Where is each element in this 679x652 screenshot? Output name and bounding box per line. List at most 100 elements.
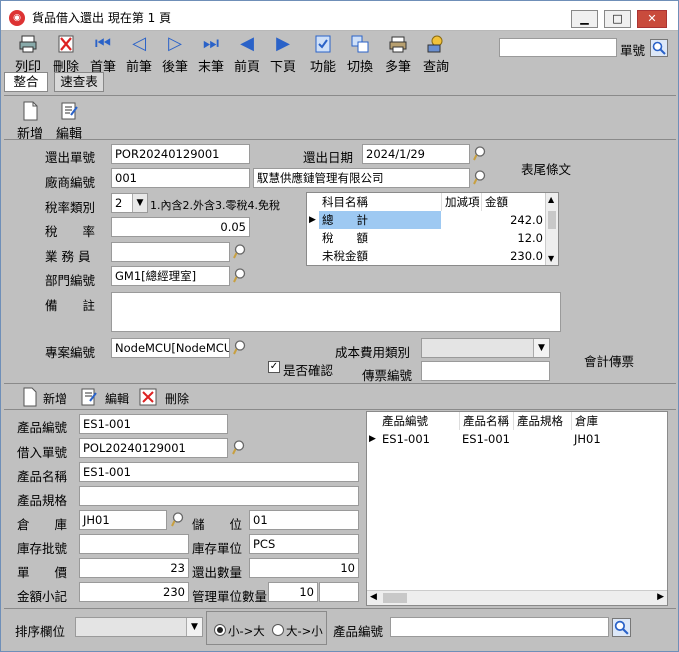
location-label: 儲 位 bbox=[192, 517, 243, 532]
stock-unit-field[interactable]: PCS bbox=[249, 534, 359, 554]
product-name-field[interactable]: ES1-001 bbox=[79, 462, 359, 482]
order-no-search-label: 單號 bbox=[620, 43, 646, 58]
subtotal-field: 230 bbox=[79, 582, 189, 602]
multi-record-button[interactable]: 多筆 bbox=[381, 34, 415, 75]
dept-field[interactable]: GM1[總經理室] bbox=[111, 266, 230, 286]
vendor-name-field: 馭慧供應鏈管理有限公司 bbox=[253, 168, 470, 188]
sales-field[interactable] bbox=[111, 242, 230, 262]
previous-record-button[interactable]: ◁ 前筆 bbox=[123, 34, 155, 76]
summary-header-name: 科目名稱 bbox=[322, 195, 368, 209]
tax-type-select[interactable]: 2 ▼ bbox=[111, 193, 148, 213]
batch-field[interactable] bbox=[79, 534, 189, 554]
switch-button[interactable]: 切換 bbox=[343, 34, 377, 75]
add-header-button[interactable]: 新增 bbox=[15, 101, 45, 142]
project-field[interactable]: NodeMCU[NodeMCU專案] bbox=[111, 338, 230, 358]
confirm-label: 是否確認 bbox=[283, 363, 334, 378]
delete-button[interactable]: 刪除 bbox=[49, 34, 83, 75]
minimize-button[interactable]: ▁ bbox=[571, 10, 598, 28]
last-record-label: 末筆 bbox=[197, 60, 224, 75]
previous-page-button[interactable]: ◀ 前頁 bbox=[231, 33, 263, 76]
warehouse-search-icon[interactable] bbox=[171, 511, 187, 527]
previous-page-icon: ◀ bbox=[240, 33, 254, 54]
product-code-label: 產品編號 bbox=[17, 420, 68, 435]
chevron-down-icon: ▼ bbox=[186, 618, 202, 636]
tab-quick-lookup[interactable]: 速查表 bbox=[54, 72, 104, 92]
next-page-icon: ▶ bbox=[276, 33, 290, 54]
row-pointer-icon: ▶ bbox=[369, 434, 376, 444]
borrow-no-field[interactable]: POL20240129001 bbox=[79, 438, 228, 458]
remark-field[interactable] bbox=[111, 292, 561, 332]
function-button[interactable]: 功能 bbox=[307, 34, 339, 75]
next-page-button[interactable]: ▶ 下頁 bbox=[267, 33, 299, 76]
summary-scrollbar[interactable]: ▲ ▼ bbox=[545, 193, 558, 265]
warehouse-label: 倉 庫 bbox=[17, 517, 68, 532]
sort-asc-label: 小->大 bbox=[228, 624, 265, 638]
add-detail-button[interactable]: 新增 bbox=[21, 387, 81, 407]
first-record-button[interactable]: ⏮ 首筆 bbox=[87, 34, 119, 76]
multi-record-label: 多筆 bbox=[384, 60, 411, 75]
dept-label: 部門編號 bbox=[45, 273, 96, 288]
bottom-search-button[interactable] bbox=[612, 618, 631, 637]
sort-field-select[interactable]: ▼ bbox=[75, 617, 203, 637]
tab-integrated[interactable]: 整合 bbox=[4, 72, 48, 92]
return-date-field[interactable]: 2024/1/29 bbox=[362, 144, 470, 164]
return-no-field[interactable]: POR20240129001 bbox=[111, 144, 250, 164]
warehouse-field[interactable]: JH01 bbox=[79, 510, 167, 530]
summary-cell-adj bbox=[441, 247, 481, 265]
tax-type-label: 稅率類別 bbox=[45, 200, 96, 215]
delete-detail-button[interactable]: 刪除 bbox=[139, 387, 191, 407]
query-label: 查詢 bbox=[422, 60, 449, 75]
cost-type-select[interactable]: ▼ bbox=[421, 338, 550, 358]
mgmt-unit-field[interactable] bbox=[319, 582, 359, 602]
print-button[interactable]: 列印 bbox=[11, 34, 45, 75]
date-picker-search-icon[interactable] bbox=[473, 145, 489, 161]
accounting-voucher-label[interactable]: 會計傳票 bbox=[584, 351, 634, 370]
detail-hscrollbar[interactable]: ◀ ▶ bbox=[367, 590, 667, 605]
scroll-thumb[interactable] bbox=[548, 211, 556, 229]
confirm-checkbox[interactable]: ✓ bbox=[268, 361, 280, 373]
next-record-button[interactable]: ▷ 後筆 bbox=[159, 34, 191, 76]
summary-header-amount: 金額 bbox=[481, 193, 546, 211]
next-page-label: 下頁 bbox=[269, 60, 296, 75]
function-label: 功能 bbox=[309, 60, 336, 75]
summary-header-adj: 加減項 bbox=[441, 193, 481, 211]
product-code-field[interactable]: ES1-001 bbox=[79, 414, 228, 434]
price-field[interactable]: 23 bbox=[79, 558, 189, 578]
scroll-thumb[interactable] bbox=[383, 593, 407, 603]
detail-header-code: 產品編號 bbox=[382, 414, 428, 428]
order-no-search-input[interactable] bbox=[499, 38, 617, 57]
borrow-no-search-icon[interactable] bbox=[232, 439, 248, 455]
scroll-down-icon: ▼ bbox=[548, 254, 555, 263]
sales-search-icon[interactable] bbox=[233, 243, 249, 259]
product-spec-field[interactable] bbox=[79, 486, 359, 506]
mgmt-qty-field[interactable]: 10 bbox=[268, 582, 318, 602]
summary-grid: 科目名稱 加減項 金額 ▶ 總 計 242.0 稅 額 12.0 未稅金額 23… bbox=[306, 192, 559, 266]
last-record-button[interactable]: ⏭ 末筆 bbox=[195, 34, 227, 76]
app-icon: ◉ bbox=[9, 10, 25, 26]
edit-header-button[interactable]: 編輯 bbox=[53, 101, 85, 142]
qty-field[interactable]: 10 bbox=[249, 558, 359, 578]
voucher-no-label: 傳票編號 bbox=[362, 368, 413, 383]
project-search-icon[interactable] bbox=[233, 339, 249, 355]
footer-text-label[interactable]: 表尾條文 bbox=[521, 159, 571, 178]
maximize-button[interactable]: □ bbox=[604, 10, 631, 28]
edit-detail-button[interactable]: 編輯 bbox=[80, 387, 132, 407]
dept-search-icon[interactable] bbox=[233, 267, 249, 283]
tax-rate-field[interactable]: 0.05 bbox=[111, 217, 250, 237]
order-no-search-button[interactable] bbox=[650, 39, 668, 57]
vendor-search-icon[interactable] bbox=[473, 169, 489, 185]
location-field[interactable]: 01 bbox=[249, 510, 359, 530]
close-button[interactable]: ✕ bbox=[637, 10, 667, 28]
voucher-no-field[interactable] bbox=[421, 361, 550, 381]
sort-field-label: 排序欄位 bbox=[15, 624, 66, 639]
search-icon bbox=[652, 41, 666, 55]
divider bbox=[4, 139, 676, 140]
edit-detail-label: 編輯 bbox=[105, 392, 130, 406]
tax-type-options-hint: 1.內含2.外含3.零稅4.免稅 bbox=[150, 199, 280, 212]
sort-desc-radio[interactable] bbox=[272, 624, 284, 636]
new-document-icon bbox=[23, 387, 37, 407]
bottom-product-code-input[interactable] bbox=[390, 617, 609, 637]
vendor-code-field[interactable]: 001 bbox=[111, 168, 250, 188]
query-button[interactable]: 查詢 bbox=[419, 34, 453, 75]
sort-asc-radio[interactable] bbox=[214, 624, 226, 636]
